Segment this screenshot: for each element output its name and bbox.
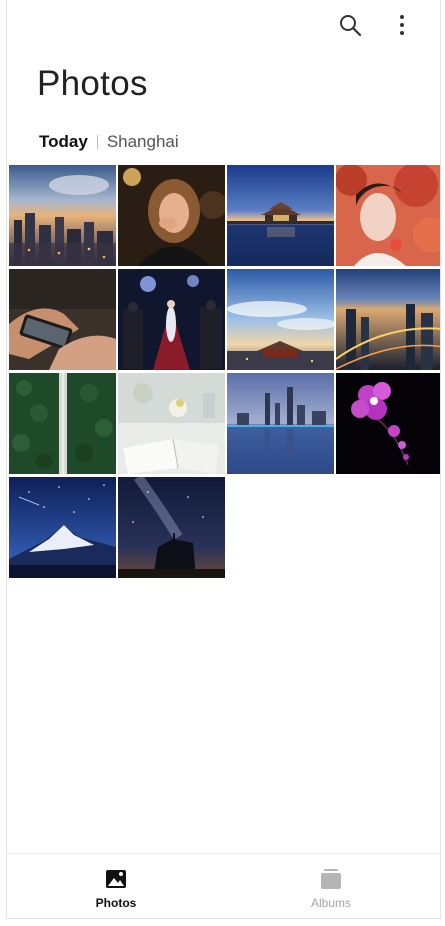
page-title: Photos [37,64,148,103]
top-bar [7,0,440,50]
image-icon [106,870,126,888]
photo-thumbnail[interactable] [227,165,334,266]
photo-thumbnail[interactable] [227,373,334,474]
photo-grid [9,165,440,578]
tab-albums[interactable]: Albums [261,854,401,918]
bottom-tab-bar: Photos Albums [7,853,440,918]
photo-thumbnail[interactable] [227,269,334,370]
app-screen: Photos Today Shanghai Photos Albums [6,0,441,919]
section-header: Today Shanghai [39,132,179,152]
photo-thumbnail[interactable] [9,477,116,578]
tab-albums-label: Albums [310,896,351,910]
section-divider [96,135,98,149]
search-icon [340,15,362,37]
search-button[interactable] [333,8,367,42]
section-date: Today [39,132,88,151]
photo-thumbnail[interactable] [9,269,116,370]
tab-photos[interactable]: Photos [46,854,186,918]
photo-thumbnail[interactable] [336,269,440,370]
section-location[interactable]: Shanghai [107,132,179,152]
albums-icon [321,869,341,889]
photo-thumbnail[interactable] [9,165,116,266]
photo-thumbnail[interactable] [336,373,440,474]
photo-thumbnail[interactable] [118,165,225,266]
photo-thumbnail[interactable] [9,373,116,474]
photo-thumbnail[interactable] [118,373,225,474]
photo-thumbnail[interactable] [118,477,225,578]
photo-thumbnail[interactable] [336,165,440,266]
photo-thumbnail[interactable] [118,269,225,370]
more-vertical-icon [400,15,404,35]
more-options-button[interactable] [385,8,419,42]
tab-photos-label: Photos [95,896,137,910]
